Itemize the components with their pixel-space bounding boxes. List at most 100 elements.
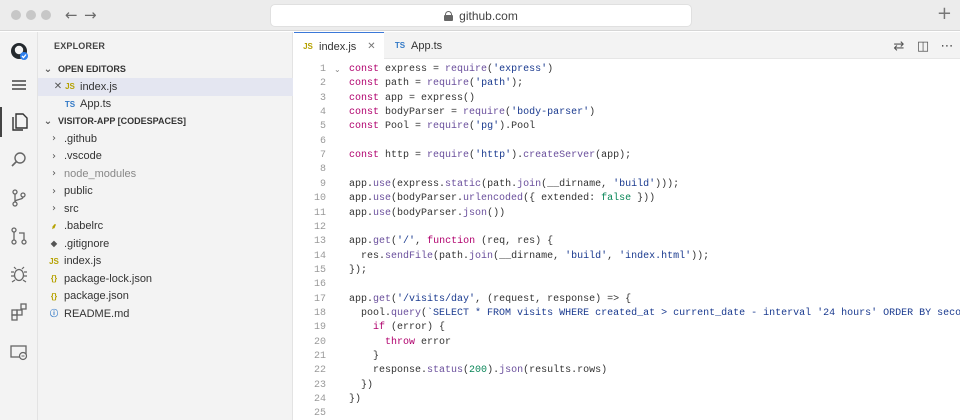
line-number: 15 (313, 264, 326, 276)
search-icon[interactable] (0, 145, 38, 175)
code-text: response.status(200).json(results.rows) (349, 365, 608, 377)
browser-toolbar: ← → github.com + (0, 0, 960, 31)
code-line[interactable]: 22 response.status(200).json(results.row… (294, 364, 960, 378)
code-line[interactable]: 13 app.get('/', function (req, res) { (294, 235, 960, 249)
tree-folder-public[interactable]: › public (38, 183, 293, 201)
code-text: app.use(express.static(path.join(__dirna… (349, 178, 680, 190)
minimize-window-button[interactable] (26, 10, 36, 20)
line-number: 22 (313, 365, 326, 377)
tree-file-package-json[interactable]: {} package.json (38, 288, 293, 306)
explorer-icon[interactable] (0, 107, 38, 137)
tree-item-label: README.md (64, 307, 130, 320)
tab-app-ts[interactable]: TS App.ts (386, 32, 450, 59)
open-editor-index-js[interactable]: ✕ JS index.js (38, 78, 293, 96)
tree-file-readme[interactable]: ⓘ README.md (38, 305, 293, 323)
explorer-title: EXPLORER (54, 41, 106, 51)
tree-item-label: .vscode (64, 150, 102, 163)
extensions-icon[interactable] (0, 297, 38, 327)
tab-index-js[interactable]: JS index.js ✕ (294, 32, 384, 60)
tree-item-label: .babelrc (64, 220, 104, 233)
pull-request-icon[interactable] (0, 221, 38, 251)
maximize-window-button[interactable] (41, 10, 51, 20)
code-text: app.use(bodyParser.urlencoded({ extended… (349, 193, 656, 205)
tree-item-label: index.js (64, 255, 102, 268)
code-line[interactable]: 25 (294, 407, 960, 420)
address-bar[interactable]: github.com (270, 4, 692, 27)
chevron-right-icon: › (52, 150, 56, 162)
line-number: 7 (319, 150, 326, 162)
code-line[interactable]: 9 app.use(express.static(path.join(__dirn… (294, 178, 960, 192)
code-text: }) (349, 379, 374, 391)
line-number: 14 (313, 250, 326, 262)
menu-icon[interactable] (0, 70, 38, 100)
line-number: 23 (313, 379, 326, 391)
tree-item-label: src (64, 202, 79, 215)
project-section[interactable]: ⌄ VISITOR-APP [CODESPACES] (38, 112, 293, 130)
code-line[interactable]: 21 } (294, 350, 960, 364)
code-line[interactable]: 19 if (error) { (294, 321, 960, 335)
back-arrow-icon[interactable]: ← (65, 6, 78, 24)
close-icon[interactable]: ✕ (52, 81, 64, 92)
chevron-down-icon: ⌄ (43, 63, 53, 75)
tree-item-label: public (64, 185, 93, 198)
tree-item-label: .gitignore (64, 237, 110, 250)
tree-folder-src[interactable]: › src (38, 200, 293, 218)
remote-explorer-icon[interactable] (0, 337, 38, 367)
code-line[interactable]: 5 const Pool = require('pg').Pool (294, 120, 960, 134)
code-text: } (349, 351, 380, 362)
code-line[interactable]: 18 pool.query(`SELECT * FROM visits WHER… (294, 307, 960, 321)
code-line[interactable]: 23 }) (294, 379, 960, 393)
source-control-icon[interactable] (0, 183, 38, 213)
tree-file-index-js[interactable]: JS index.js (38, 253, 293, 271)
code-line[interactable]: 10 app.use(bodyParser.urlencoded({ extend… (294, 192, 960, 206)
tree-file-package-lock-json[interactable]: {} package-lock.json (38, 270, 293, 288)
more-actions-icon[interactable]: ⋯ (938, 37, 956, 55)
code-line[interactable]: 11 app.use(bodyParser.json()) (294, 207, 960, 221)
code-line[interactable]: 16 (294, 278, 960, 292)
code-text: const bodyParser = require('body-parser'… (349, 107, 596, 119)
code-text: pool.query(`SELECT * FROM visits WHERE c… (349, 307, 960, 319)
code-line[interactable]: 20 throw error (294, 336, 960, 350)
code-line[interactable]: 1 ⌄ const express = require('express') (294, 63, 960, 77)
open-editors-label: OPEN EDITORS (58, 64, 126, 74)
line-number: 9 (319, 178, 326, 190)
code-line[interactable]: 12 (294, 221, 960, 235)
tab-label: index.js (319, 40, 357, 53)
code-line[interactable]: 8 (294, 163, 960, 177)
fold-chevron-icon[interactable]: ⌄ (334, 63, 341, 77)
tree-folder-github[interactable]: › .github (38, 130, 293, 148)
code-line[interactable]: 14 res.sendFile(path.join(__dirname, 'bu… (294, 250, 960, 264)
code-line[interactable]: 17 app.get('/visits/day', (request, respo… (294, 293, 960, 307)
code-area[interactable]: 1 ⌄ const express = require('express') 2 con… (294, 59, 960, 420)
code-line[interactable]: 7 const http = require('http').createServ… (294, 149, 960, 163)
code-line[interactable]: 2 const path = require('path'); (294, 77, 960, 91)
code-line[interactable]: 6 (294, 135, 960, 149)
chevron-right-icon: › (52, 133, 56, 145)
close-window-button[interactable] (11, 10, 21, 20)
line-number: 20 (313, 336, 326, 348)
tree-file-gitignore[interactable]: ◆ .gitignore (38, 235, 293, 253)
open-changes-icon[interactable]: ⇄ (890, 37, 908, 55)
git-file-icon: ◆ (50, 239, 58, 249)
line-number: 2 (319, 78, 326, 90)
tree-folder-vscode[interactable]: › .vscode (38, 148, 293, 166)
code-text: const path = require('path'); (349, 78, 524, 90)
code-text: res.sendFile(path.join(__dirname, 'build… (349, 250, 710, 262)
project-label: VISITOR-APP [CODESPACES] (58, 116, 187, 126)
code-line[interactable]: 4 const bodyParser = require('body-parser… (294, 106, 960, 120)
tree-file-babelrc[interactable]: ⸙ .babelrc (38, 218, 293, 236)
github-logo-icon[interactable] (0, 36, 38, 66)
line-number: 6 (319, 135, 326, 147)
new-tab-button[interactable]: + (937, 3, 952, 24)
debug-icon[interactable] (0, 259, 38, 289)
code-line[interactable]: 15}); (294, 264, 960, 278)
forward-arrow-icon[interactable]: → (84, 6, 97, 24)
close-icon[interactable]: ✕ (367, 41, 375, 52)
tree-item-label: package.json (64, 290, 129, 303)
open-editor-app-ts[interactable]: TS App.ts (38, 96, 293, 114)
code-line[interactable]: 24}) (294, 393, 960, 407)
code-line[interactable]: 3 const app = express() (294, 92, 960, 106)
tree-folder-node-modules[interactable]: › node_modules (38, 165, 293, 183)
split-editor-icon[interactable]: ◫ (914, 37, 932, 55)
open-editors-section[interactable]: ⌄ OPEN EDITORS (38, 60, 293, 78)
